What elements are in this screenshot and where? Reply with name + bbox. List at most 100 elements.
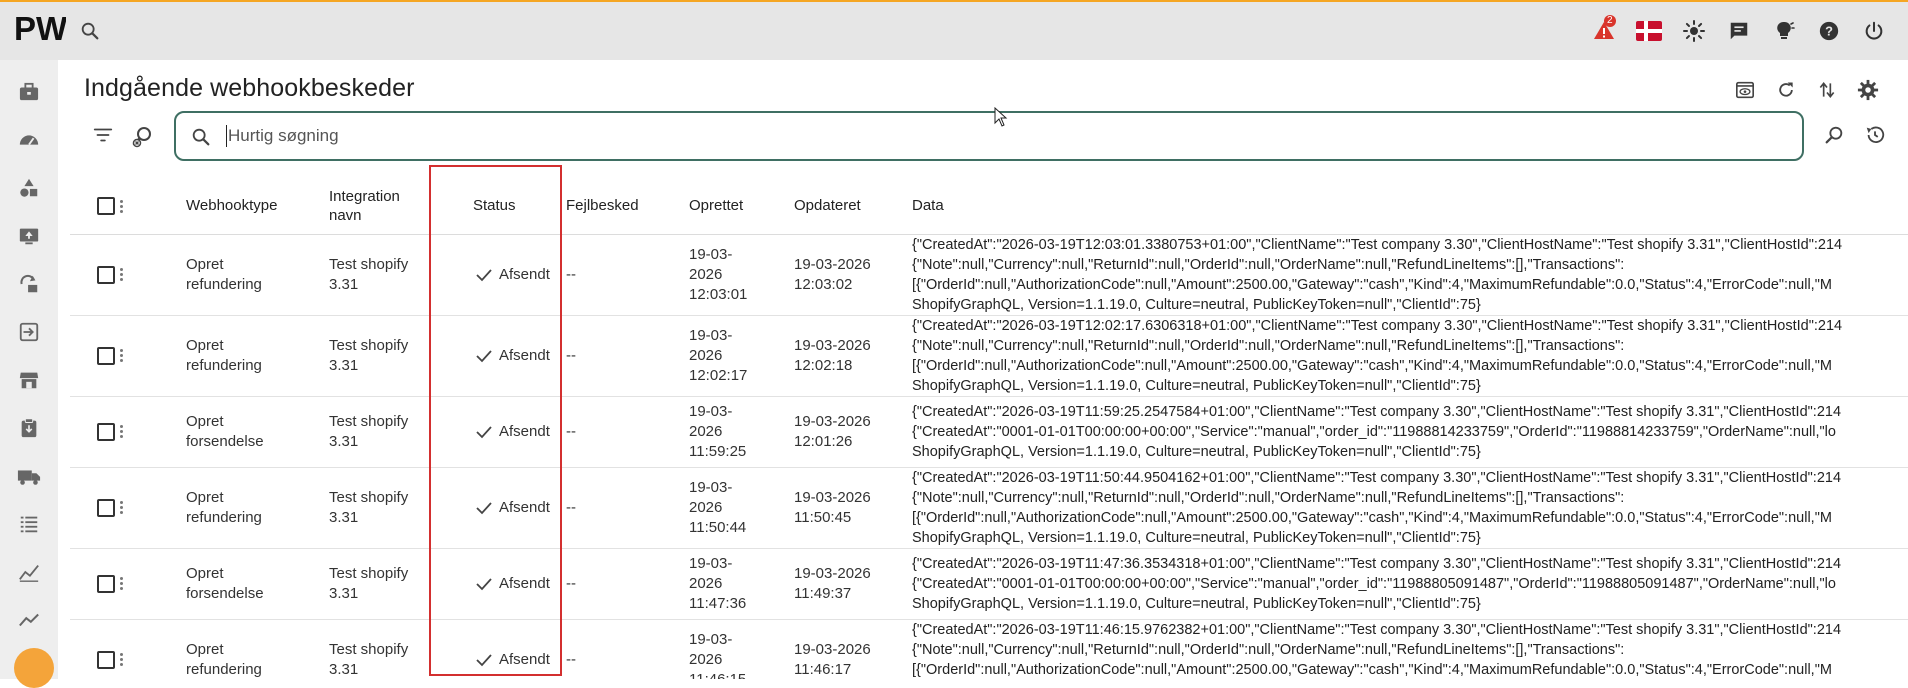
table-row[interactable]: Opret refundering Test shopify 3.31 Afsend… [70,467,1908,548]
clipboard-icon[interactable] [17,416,41,440]
integration-name-cell: Test shopify 3.31 [329,488,409,526]
store-icon[interactable] [17,368,41,392]
created-cell: 19-03-2026 11:46:15 [689,630,747,680]
search-clear-icon[interactable] [131,124,155,153]
data-line: [{"OrderId":null,"AuthorizationCode":nul… [912,509,1832,526]
row-more-icon[interactable] [120,347,124,364]
status-cell: Afsendt [451,234,566,315]
table-row[interactable]: Opret forsendelse Test shopify 3.31 Afsend… [70,548,1908,619]
column-header-error[interactable]: Fejlbesked [566,178,689,235]
user-avatar[interactable] [14,648,54,688]
notification-badge: 2 [1604,15,1616,27]
status-cell: Afsendt [451,396,566,467]
power-icon[interactable] [1851,9,1896,53]
updated-cell: 19-03-2026 11:49:37 [794,564,871,602]
data-line: ShopifyGraphQL, Version=1.1.19.0, Cultur… [912,443,1481,460]
table-row[interactable]: Opret forsendelse Test shopify 3.31 Afsend… [70,396,1908,467]
flag-denmark-icon[interactable] [1626,9,1671,53]
sync-icon[interactable] [17,272,41,296]
page-toolbar [1724,76,1888,104]
sidebar [0,60,58,688]
alert-icon[interactable]: 2 [1581,9,1626,53]
trending-icon[interactable] [17,608,41,632]
row-more-icon[interactable] [120,423,124,440]
top-bar: PW 2 ? [0,2,1908,60]
data-line: {"CreatedAt":"2026-03-19T11:46:15.976238… [912,621,1842,638]
chat-icon[interactable] [1716,9,1761,53]
table-row[interactable]: Opret refundering Test shopify 3.31 Afsend… [70,619,1908,679]
error-message-cell: -- [566,422,576,440]
truck-icon[interactable] [17,464,41,488]
sort-icon[interactable] [1806,76,1847,104]
check-icon [476,425,492,438]
status-label: Afsendt [499,422,550,440]
row-checkbox[interactable] [97,498,115,517]
upload-icon[interactable] [17,224,41,248]
status-cell: Afsendt [451,619,566,679]
created-cell: 19-03-2026 12:03:01 [689,245,748,303]
row-menu-cell [118,396,186,467]
search-icon[interactable] [79,20,101,47]
integration-name-cell: Test shopify 3.31 [329,564,409,602]
status-label: Afsendt [499,650,550,668]
row-select-cell [70,619,118,679]
data-line: ShopifyGraphQL, Version=1.1.19.0, Cultur… [912,595,1481,612]
svg-text:?: ? [1825,24,1833,39]
select-all-checkbox[interactable] [97,196,115,215]
updated-cell: 19-03-2026 12:02:18 [794,336,871,374]
row-more-icon[interactable] [120,266,124,283]
text-caret [226,125,227,147]
status-cell: Afsendt [451,467,566,548]
header-menu-cell [118,178,186,235]
row-checkbox[interactable] [97,346,115,365]
row-more-icon[interactable] [120,499,124,516]
row-checkbox[interactable] [97,574,115,593]
row-more-icon[interactable] [120,575,124,592]
table-row[interactable]: Opret refundering Test shopify 3.31 Afsend… [70,315,1908,396]
data-line: {"Note":null,"Currency":null,"ReturnId":… [912,641,1625,658]
webhook-type-cell: Opret refundering [186,488,262,526]
table-row[interactable]: Opret refundering Test shopify 3.31 Afsend… [70,234,1908,315]
column-header-webhooktype[interactable]: Webhooktype [186,178,329,235]
filter-icon[interactable] [92,124,114,151]
advanced-search-icon[interactable] [1823,124,1845,151]
row-more-icon[interactable] [120,651,124,668]
column-header-created[interactable]: Oprettet [689,178,794,235]
integration-name-cell: Test shopify 3.31 [329,336,409,374]
row-select-cell [70,315,118,396]
help-icon[interactable]: ? [1806,9,1851,53]
list-icon[interactable] [17,512,41,536]
row-checkbox[interactable] [97,265,115,284]
column-header-updated[interactable]: Opdateret [794,178,912,235]
error-message-cell: -- [566,265,576,283]
header-more-icon[interactable] [120,198,124,215]
column-header-status[interactable]: Status [451,178,566,235]
column-header-data[interactable]: Data [912,178,1908,235]
webhook-table-container: Webhooktype Integration navn Status Fejl… [70,178,1908,679]
brightness-icon[interactable] [1671,9,1716,53]
analytics-icon[interactable] [17,560,41,584]
preview-icon[interactable] [1724,76,1765,104]
quick-search-box[interactable] [174,111,1804,161]
updated-cell: 19-03-2026 11:50:45 [794,488,871,526]
settings-gear-icon[interactable] [1847,76,1888,104]
dashboard-icon[interactable] [17,128,41,152]
import-icon[interactable] [17,320,41,344]
data-line: {"CreatedAt":"2026-03-19T12:02:17.630631… [912,317,1843,334]
shapes-icon[interactable] [17,176,41,200]
app-logo[interactable]: PW [14,10,68,50]
refresh-icon[interactable] [1765,76,1806,104]
data-line: {"CreatedAt":"0001-01-01T00:00:00+00:00"… [912,423,1836,440]
webhook-type-cell: Opret refundering [186,255,262,293]
history-icon[interactable] [1864,124,1886,151]
row-checkbox[interactable] [97,650,115,669]
briefcase-icon[interactable] [17,80,41,104]
column-header-integration[interactable]: Integration navn [329,178,451,235]
row-checkbox[interactable] [97,422,115,441]
data-line: [{"OrderId":null,"AuthorizationCode":nul… [912,661,1832,678]
webhook-type-cell: Opret forsendelse [186,412,264,450]
lightbulb-icon[interactable] [1761,9,1806,53]
status-cell: Afsendt [451,548,566,619]
webhook-type-cell: Opret refundering [186,640,262,678]
data-cell: {"CreatedAt":"2026-03-19T12:02:17.630631… [912,315,1908,396]
